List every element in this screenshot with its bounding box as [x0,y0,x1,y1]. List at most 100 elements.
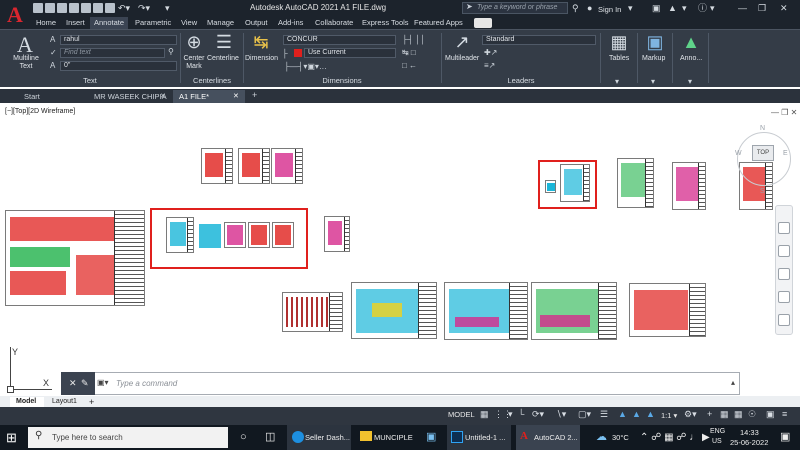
command-line-handle[interactable] [61,372,95,395]
viewcube-south[interactable]: S [760,188,765,195]
save-as-icon[interactable] [69,3,79,13]
weather-icon[interactable]: ☁ [596,425,607,450]
cart-icon[interactable]: ▣ [652,2,661,14]
task-view-icon[interactable]: ◫ [265,425,275,450]
units-icon[interactable]: ▦ [720,409,729,420]
dimension-button[interactable]: Dimension [245,55,278,62]
minimize-icon[interactable]: — [738,2,747,14]
tab-layout1[interactable]: Layout1 [49,397,83,407]
tray-icons[interactable]: ⌃ ☍ ▦ ☍ ♩ ▶ [640,425,710,450]
autocad-logo-button[interactable]: A [0,0,30,30]
ortho-icon[interactable]: └ [518,409,524,419]
text-panel-title[interactable]: Text [0,76,180,86]
new-tab-icon[interactable]: + [252,90,257,100]
scale-selector[interactable]: 1:1 ▾ [661,411,677,420]
zoom-extents-icon[interactable] [778,268,790,280]
osnap-icon[interactable]: ▢▾ [578,409,591,420]
open-icon[interactable] [45,3,55,13]
tab-addins[interactable]: Add-ins [278,17,303,29]
customize-icon[interactable]: ✎ [81,378,89,389]
annotation-visibility-icon[interactable]: ▲ [618,409,627,419]
auto-scale-icon[interactable]: ▲ [632,409,641,419]
user-icon[interactable]: ● [587,2,592,14]
dimension-icon[interactable]: ↹ [250,32,272,53]
tab-insert[interactable]: Insert [66,17,85,29]
multileader-icon[interactable]: ↗ [450,32,474,53]
language-indicator[interactable]: ENG [710,428,725,435]
new-layout-icon[interactable]: + [89,397,94,407]
tables-dropdown-icon[interactable]: ▾ [615,77,619,86]
grid-icon[interactable]: ▦ [480,409,489,420]
annotation-monitor-icon[interactable]: + [707,409,712,419]
help-icon[interactable]: ⓘ [698,2,707,14]
tab-parametric[interactable]: Parametric [135,17,171,29]
lineweight-icon[interactable]: ☰ [600,409,608,420]
dim-continue-icon[interactable]: □ ← [402,61,417,70]
help-dropdown-icon[interactable]: ▾ [710,2,715,14]
viewport-controls[interactable]: [−][Top][2D Wireframe] [5,108,75,115]
tab-express-tools[interactable]: Express Tools [362,17,409,29]
center-mark-icon[interactable]: ⊕ [184,32,204,53]
app-store-icon[interactable]: ▲ [668,2,677,14]
showmotion-icon[interactable] [778,314,790,326]
publish-icon[interactable] [105,3,115,13]
viewcube-east[interactable]: E [783,150,788,157]
multileader-button[interactable]: Multileader [445,55,479,62]
find-icon[interactable]: ⚲ [168,47,174,56]
dimension-layer-select[interactable]: Use Current [304,48,396,58]
weather-temperature[interactable]: 30°C [612,425,629,450]
markup-icon[interactable]: ▣ [642,32,668,53]
text-style-select[interactable]: rahul [60,35,177,45]
text-height-select[interactable]: 0" [60,61,177,71]
viewport-window-controls-icon[interactable]: — ❐ ✕ [771,108,797,117]
command-input[interactable]: Type a command [116,379,177,388]
workspace-gear-icon[interactable]: ⚙▾ [684,409,697,420]
close-icon[interactable]: ✕ [780,2,788,14]
search-icon[interactable]: ⚲ [572,2,579,14]
file-tab-mr-waseek[interactable]: MR WASEEK CHIPIA [88,90,170,103]
isolate-objects-icon[interactable]: ☉ [748,409,756,420]
viewcube-north[interactable]: N [760,125,765,132]
steering-wheel-icon[interactable] [778,222,790,234]
close-tab-icon[interactable]: ✕ [233,92,239,100]
annotation-scale-icon[interactable]: ▲ [646,409,655,419]
dim-adjust-icon[interactable]: ↹ □ [402,48,416,57]
store-icon[interactable]: ▣ [426,425,436,450]
dim-break-icon[interactable]: ├┤ ││ [402,35,426,44]
multiline-text-button[interactable]: Multiline Text [10,55,42,71]
help-search-input[interactable]: Type a keyword or phrase [462,2,568,14]
restore-icon[interactable]: ❐ [758,2,766,14]
tab-view[interactable]: View [181,17,197,29]
markup-button[interactable]: Markup [642,55,665,62]
clock-date[interactable]: 25-06-2022 [730,438,768,447]
sign-in-dropdown-icon[interactable]: ▾ [628,2,633,14]
table-icon[interactable]: ▦ [607,32,631,53]
model-space-button[interactable]: MODEL [448,410,475,419]
tab-manage[interactable]: Manage [207,17,234,29]
viewcube-top-face[interactable]: TOP [752,145,774,161]
undo-icon[interactable]: ↶▾ [118,2,130,14]
quick-properties-icon[interactable]: ▦ [734,409,743,420]
tab-annotate[interactable]: Annotate [90,17,129,29]
ribbon-toggle-button[interactable] [474,18,492,28]
new-icon[interactable] [33,3,43,13]
add-leader-icon[interactable]: ✚↗ [484,48,497,57]
pan-icon[interactable] [778,245,790,257]
command-prompt-icon[interactable]: ▣▾ [97,378,109,387]
dimension-style-select[interactable]: CONCUR [283,35,396,45]
annotation-button[interactable]: Anno... [680,55,702,62]
redo-icon[interactable]: ↷▾ [138,2,150,14]
clock-time[interactable]: 14:33 [740,428,759,437]
tab-home[interactable]: Home [36,17,56,29]
centerline-icon[interactable]: ☰ [212,32,236,53]
centerline-button[interactable]: Centerline [207,55,239,62]
multileader-style-select[interactable]: Standard [482,35,596,45]
save-icon[interactable] [57,3,67,13]
find-text-input[interactable]: Find text [60,48,165,58]
markup-dropdown-icon[interactable]: ▾ [651,77,655,86]
dim-linear-icon[interactable]: ├ [282,49,288,58]
clean-screen-icon[interactable]: ▣ [766,409,775,420]
annotation-dropdown-icon[interactable]: ▾ [688,77,692,86]
connect-icon[interactable]: ▾ [682,2,687,14]
cloud-icon[interactable] [81,3,91,13]
